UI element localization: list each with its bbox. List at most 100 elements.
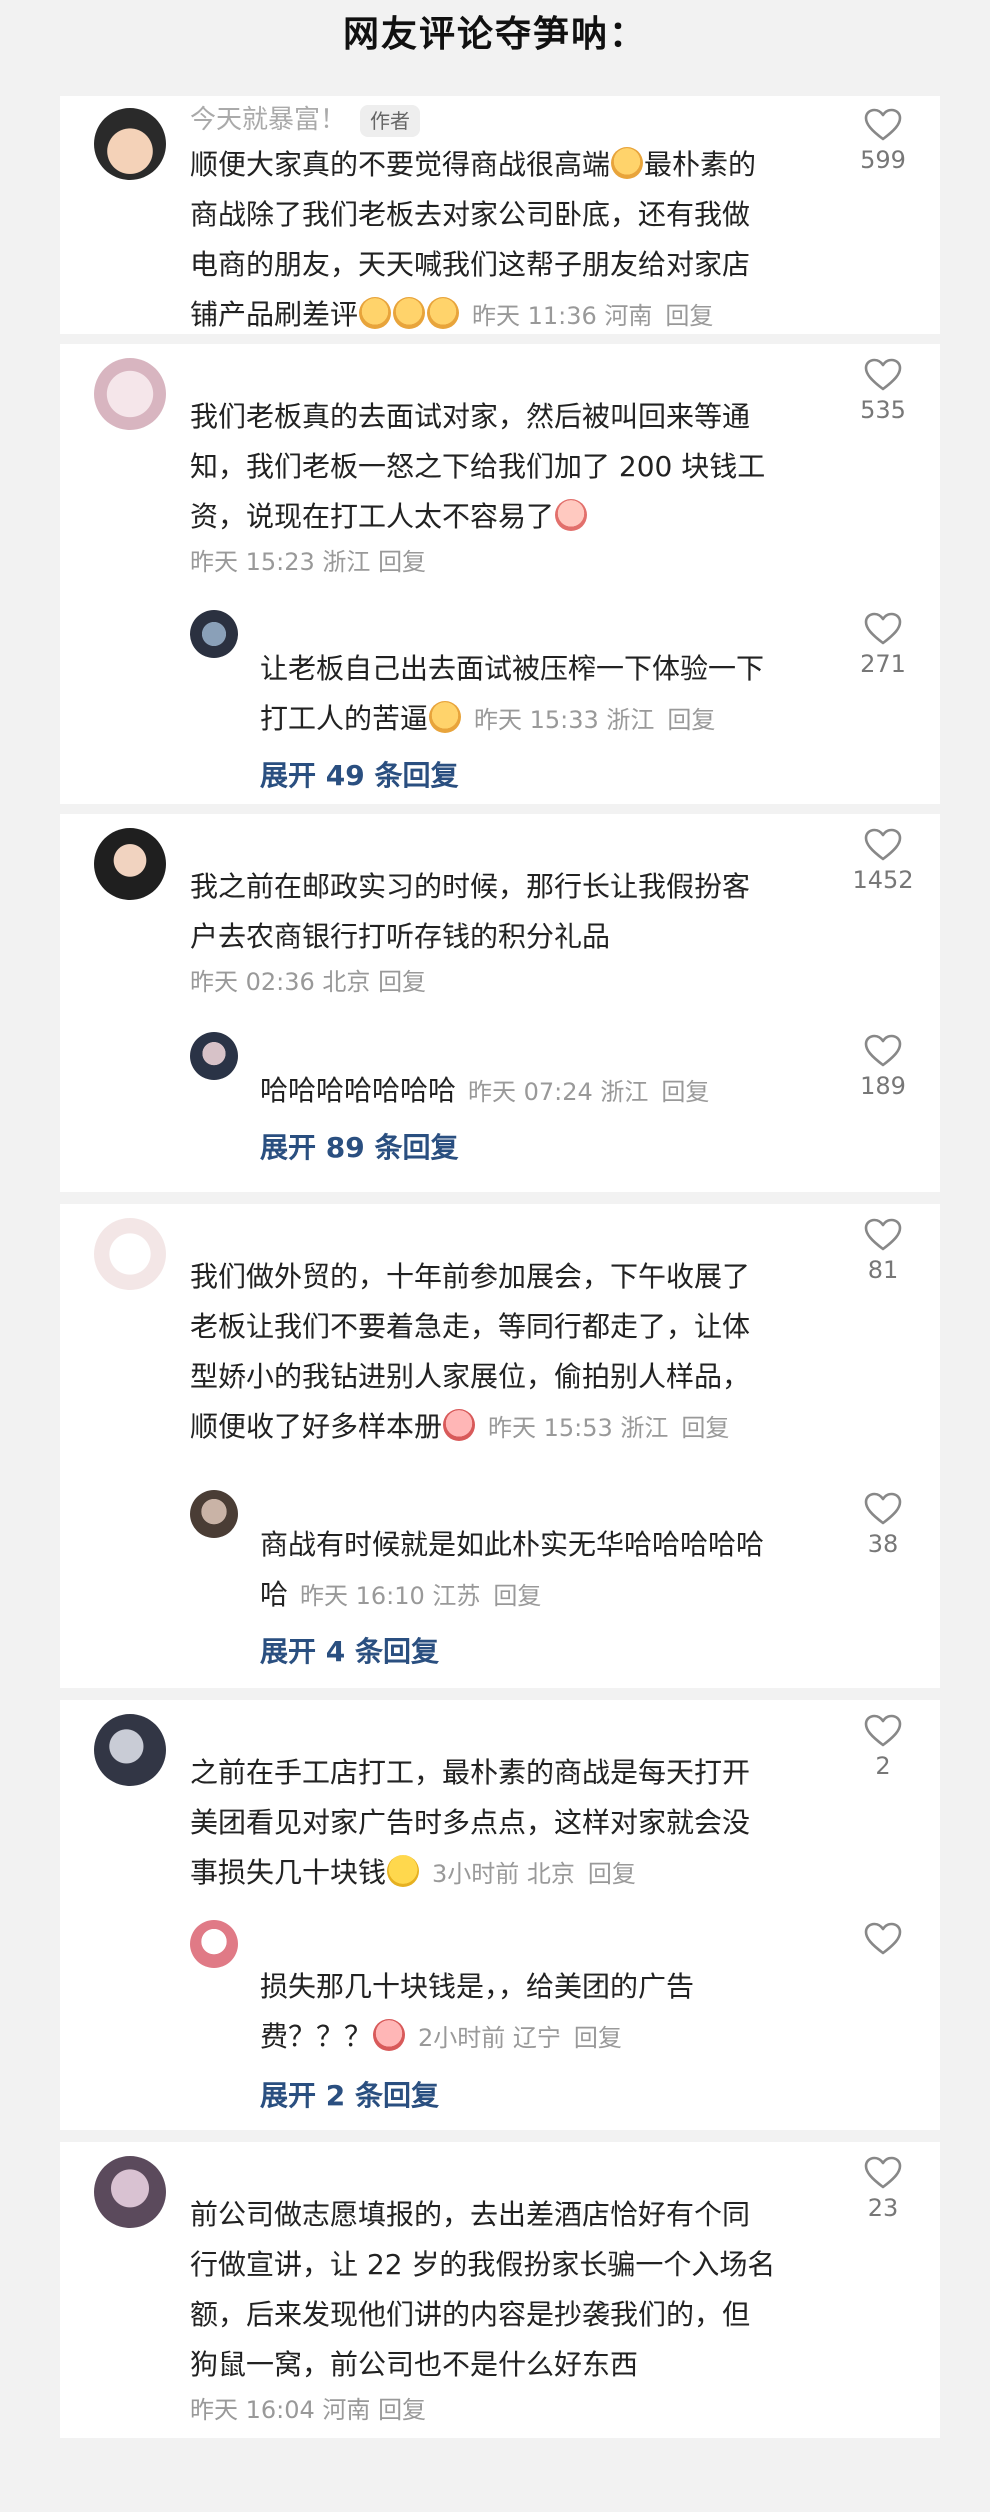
reply-button[interactable]: 回复 bbox=[665, 302, 713, 330]
heart-outline-icon bbox=[864, 2156, 902, 2189]
comment-content: 前公司做志愿填报的，去出差酒店恰好有个同 行做宣讲，让 22 岁的我假扮家长骗一… bbox=[190, 2190, 850, 2430]
heart-outline-icon bbox=[864, 612, 902, 645]
avatar[interactable] bbox=[94, 1218, 166, 1290]
like-count: 38 bbox=[867, 1530, 899, 1558]
avatar[interactable] bbox=[94, 358, 166, 430]
heart-outline-icon bbox=[864, 108, 902, 141]
like-button[interactable]: 23 bbox=[848, 2156, 918, 2226]
reply-text: 损失那几十块钱是，，给美团的广告 费？？？ 2小时前 辽宁 回复 bbox=[260, 1970, 695, 2053]
avatar[interactable] bbox=[94, 2156, 166, 2228]
comment-card: 我们做外贸的，十年前参加展会，下午收展了 老板让我们不要着急走，等同行都走了，让… bbox=[60, 1204, 940, 1688]
reply-button[interactable]: 回复 bbox=[493, 1582, 541, 1610]
reply-button[interactable]: 回复 bbox=[588, 1860, 636, 1888]
like-button[interactable]: 271 bbox=[848, 612, 918, 682]
avatar[interactable] bbox=[190, 1032, 238, 1080]
reply-text: 让老板自己出去面试被压榨一下体验一下 打工人的苦逼 昨天 15:33 浙江 回复 bbox=[260, 652, 765, 735]
like-count: 2 bbox=[875, 1752, 891, 1780]
comment-content: 今天就暴富！ 作者 顺便大家真的不要觉得商战很高端 最朴素的 商战除了我们老板去对家… bbox=[190, 100, 850, 341]
expand-replies-link[interactable]: 展开 2 条回复 bbox=[260, 2074, 439, 2114]
comment-meta: 昨天 15:53 浙江 bbox=[488, 1414, 669, 1442]
like-button[interactable] bbox=[848, 1922, 918, 1956]
comment-meta: 3小时前 北京 bbox=[432, 1860, 575, 1888]
reply-button[interactable]: 回复 bbox=[681, 1414, 729, 1442]
comment-text: 前公司做志愿填报的，去出差酒店恰好有个同 行做宣讲，让 22 岁的我假扮家长骗一… bbox=[190, 2198, 776, 2381]
like-button[interactable]: 1452 bbox=[848, 828, 918, 898]
comment-card: 我之前在邮政实习的时候，那行长让我假扮客 户去农商银行打听存钱的积分礼品 昨天 … bbox=[60, 814, 940, 1192]
avatar[interactable] bbox=[190, 1920, 238, 1968]
comments-page: 网友评论夺笋呐： 今天就暴富！ 作者 顺便大家真的不要觉得商战很高端 最朴素的 商战… bbox=[0, 0, 990, 2512]
heart-outline-icon bbox=[864, 1492, 902, 1525]
reply-content: 哈哈哈哈哈哈哈 昨天 07:24 浙江 回复 bbox=[260, 1066, 860, 1117]
screaming-emoji-icon bbox=[443, 1409, 476, 1441]
doge-emoji-icon bbox=[359, 297, 392, 329]
reply-button[interactable]: 回复 bbox=[661, 1078, 709, 1106]
comment-text: 顺便大家真的不要觉得商战很高端 最朴素的 商战除了我们老板去对家公司卧底，还有我做… bbox=[190, 147, 757, 331]
like-count: 599 bbox=[860, 146, 906, 174]
doge-emoji-icon bbox=[611, 147, 644, 179]
comment-text: 我之前在邮政实习的时候，那行长让我假扮客 户去农商银行打听存钱的积分礼品 bbox=[190, 870, 751, 953]
reply-meta: 昨天 16:10 江苏 bbox=[300, 1582, 481, 1610]
heart-outline-icon bbox=[864, 358, 902, 391]
author-name[interactable]: 今天就暴富！ bbox=[190, 105, 346, 135]
comment-meta: 昨天 11:36 河南 bbox=[472, 302, 653, 330]
comment-meta: 昨天 15:23 浙江 回复 bbox=[190, 548, 427, 576]
weary-emoji-icon bbox=[387, 1855, 420, 1887]
heart-outline-icon bbox=[864, 1714, 902, 1747]
reply-meta: 昨天 07:24 浙江 bbox=[468, 1078, 649, 1106]
comment-card: 今天就暴富！ 作者 顺便大家真的不要觉得商战很高端 最朴素的 商战除了我们老板去对家… bbox=[60, 96, 940, 334]
comment-content: 我之前在邮政实习的时候，那行长让我假扮客 户去农商银行打听存钱的积分礼品 昨天 … bbox=[190, 862, 850, 1002]
like-count: 535 bbox=[860, 396, 906, 424]
comment-content: 我们老板真的去面试对家，然后被叫回来等通 知，我们老板一怒之下给我们加了 200… bbox=[190, 392, 850, 582]
like-button[interactable]: 189 bbox=[848, 1034, 918, 1104]
comment-text: 我们老板真的去面试对家，然后被叫回来等通 知，我们老板一怒之下给我们加了 200… bbox=[190, 400, 766, 533]
doge-emoji-icon bbox=[427, 297, 460, 329]
reply-button[interactable]: 回复 bbox=[378, 968, 426, 996]
avatar[interactable] bbox=[94, 828, 166, 900]
reply-button[interactable]: 回复 bbox=[667, 706, 715, 734]
heart-outline-icon bbox=[864, 1034, 902, 1067]
like-button[interactable]: 38 bbox=[848, 1492, 918, 1562]
doge-emoji-icon bbox=[393, 297, 426, 329]
expand-replies-link[interactable]: 展开 49 条回复 bbox=[260, 754, 458, 794]
page-title: 网友评论夺笋呐： bbox=[342, 14, 647, 55]
comment-text: 我们做外贸的，十年前参加展会，下午收展了 老板让我们不要着急走，等同行都走了，让… bbox=[190, 1260, 751, 1443]
like-count: 23 bbox=[867, 2194, 899, 2222]
reply-button[interactable]: 回复 bbox=[378, 548, 426, 576]
like-button[interactable]: 2 bbox=[848, 1714, 918, 1784]
avatar[interactable] bbox=[190, 610, 238, 658]
expand-replies-link[interactable]: 展开 89 条回复 bbox=[260, 1126, 458, 1166]
author-row: 今天就暴富！ 作者 bbox=[190, 100, 850, 140]
comment-content: 之前在手工店打工，最朴素的商战是每天打开 美团看见对家广告时多点点，这样对家就会… bbox=[190, 1748, 850, 1899]
comment-meta: 昨天 16:04 河南 回复 bbox=[190, 2396, 427, 2424]
reply-text: 商战有时候就是如此朴实无华哈哈哈哈哈 哈昨天 16:10 江苏 回复 bbox=[260, 1528, 765, 1611]
reply-text: 哈哈哈哈哈哈哈 昨天 07:24 浙江 回复 bbox=[260, 1074, 710, 1107]
like-button[interactable]: 599 bbox=[848, 108, 918, 178]
like-count: 189 bbox=[860, 1072, 906, 1100]
reply-content: 商战有时候就是如此朴实无华哈哈哈哈哈 哈昨天 16:10 江苏 回复 bbox=[260, 1520, 860, 1621]
heart-outline-icon bbox=[864, 1218, 902, 1251]
screaming-emoji-icon bbox=[373, 2019, 406, 2051]
avatar[interactable] bbox=[94, 1714, 166, 1786]
reply-content: 让老板自己出去面试被压榨一下体验一下 打工人的苦逼 昨天 15:33 浙江 回复 bbox=[260, 644, 860, 745]
like-button[interactable]: 535 bbox=[848, 358, 918, 428]
like-count: 1452 bbox=[852, 866, 914, 894]
like-count: 271 bbox=[860, 650, 906, 678]
avatar[interactable] bbox=[94, 108, 166, 180]
reply-button[interactable]: 回复 bbox=[574, 2024, 622, 2052]
heart-outline-icon bbox=[864, 828, 902, 861]
comment-card: 之前在手工店打工，最朴素的商战是每天打开 美团看见对家广告时多点点，这样对家就会… bbox=[60, 1700, 940, 2130]
comment-text: 之前在手工店打工，最朴素的商战是每天打开 美团看见对家广告时多点点，这样对家就会… bbox=[190, 1756, 751, 1889]
comment-meta: 昨天 02:36 北京 回复 bbox=[190, 968, 427, 996]
expand-replies-link[interactable]: 展开 4 条回复 bbox=[260, 1630, 439, 1670]
reply-button[interactable]: 回复 bbox=[378, 2396, 426, 2424]
like-button[interactable]: 81 bbox=[848, 1218, 918, 1288]
comment-card: 我们老板真的去面试对家，然后被叫回来等通 知，我们老板一怒之下给我们加了 200… bbox=[60, 344, 940, 804]
reply-meta: 2小时前 辽宁 bbox=[418, 2024, 561, 2052]
heart-outline-icon bbox=[864, 1922, 902, 1955]
reply-content: 损失那几十块钱是，，给美团的广告 费？？？ 2小时前 辽宁 回复 bbox=[260, 1962, 860, 2063]
crying-emoji-icon bbox=[555, 499, 588, 531]
like-count: 81 bbox=[867, 1256, 899, 1284]
comment-content: 我们做外贸的，十年前参加展会，下午收展了 老板让我们不要着急走，等同行都走了，让… bbox=[190, 1252, 850, 1453]
author-badge: 作者 bbox=[360, 104, 421, 137]
avatar[interactable] bbox=[190, 1490, 238, 1538]
